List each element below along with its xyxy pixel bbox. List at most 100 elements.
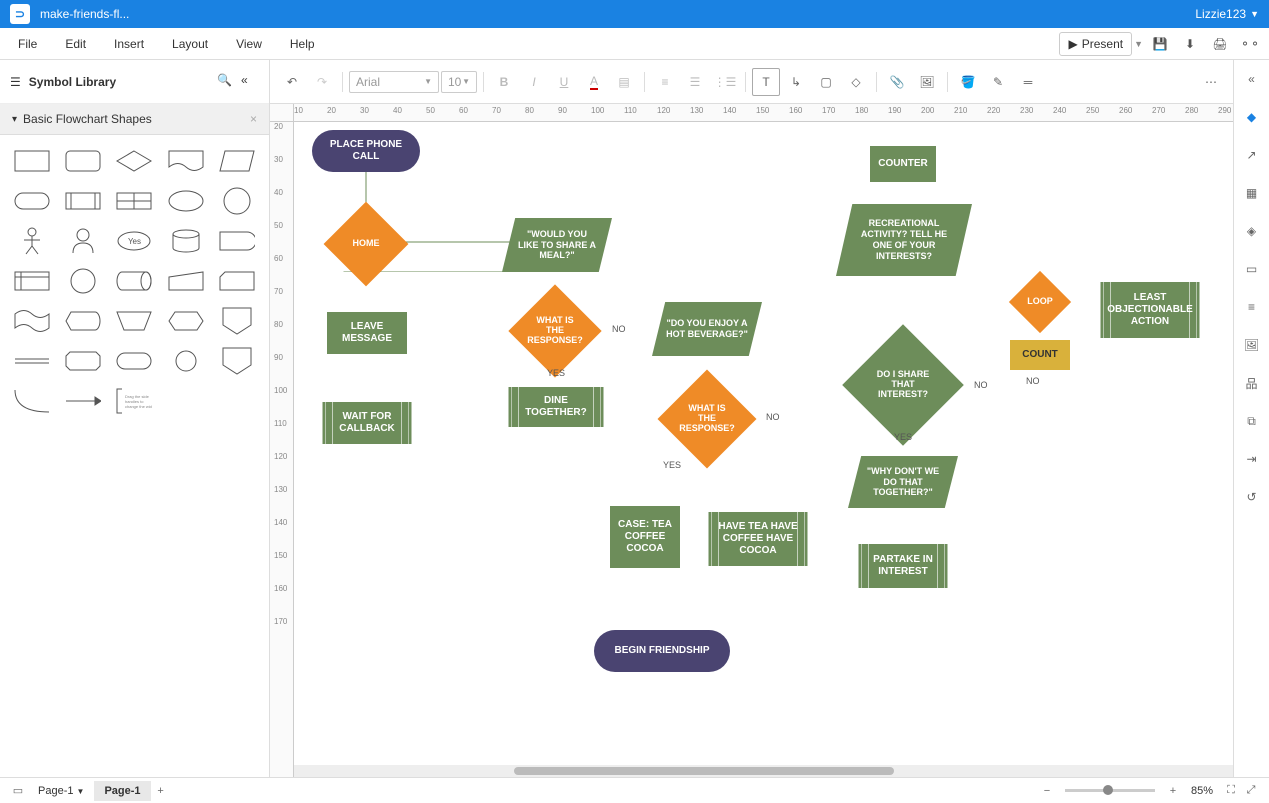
save-icon[interactable]: 💾 [1148,32,1172,56]
print-icon[interactable]: 🖨 [1208,32,1232,56]
node-place-call[interactable]: PLACE PHONE CALL [312,130,420,172]
node-partake[interactable]: PARTAKE IN INTEREST [858,544,948,588]
shape-manual-input[interactable] [164,265,207,297]
menu-file[interactable]: File [4,31,51,57]
data-icon[interactable]: ≡ [1241,296,1263,318]
fullscreen-button[interactable]: ⤢ [1241,781,1261,801]
shape-yes-badge[interactable]: Yes [113,225,156,257]
bold-button[interactable]: B [490,68,518,96]
shape-offpage2[interactable] [216,345,259,377]
shape-preparation[interactable] [164,305,207,337]
shape-delay[interactable] [216,225,259,257]
menu-help[interactable]: Help [276,31,329,57]
shape-actor[interactable] [10,225,53,257]
image-button[interactable]: 🖼 [913,68,941,96]
search-icon[interactable]: 🔍 [217,73,235,91]
text-color-button[interactable]: A [580,68,608,96]
node-leave-message[interactable]: LEAVE MESSAGE [327,312,407,354]
menu-edit[interactable]: Edit [51,31,100,57]
node-rec-activity[interactable]: RECREATIONAL ACTIVITY? TELL HE ONE OF YO… [836,204,972,276]
node-count[interactable]: COUNT [1010,340,1070,370]
apps-icon[interactable]: ▦ [1241,182,1263,204]
shape-connector[interactable] [164,345,207,377]
shape-rect[interactable] [10,145,53,177]
text-tool-button[interactable]: T [752,68,780,96]
align-icon[interactable]: ⇥ [1241,448,1263,470]
more-button[interactable]: ⋯ [1197,68,1225,96]
pages-icon[interactable]: ▭ [8,781,28,801]
menu-view[interactable]: View [222,31,276,57]
collapse-panel-icon[interactable]: « [241,73,259,91]
node-have[interactable]: HAVE TEA HAVE COFFEE HAVE COCOA [708,512,808,566]
undo-button[interactable]: ↶ [278,68,306,96]
layers-icon[interactable]: ◈ [1241,220,1263,242]
shape-database[interactable] [164,225,207,257]
page[interactable]: PLACE PHONE CALL HOME LEAVE MESSAGE WAIT… [294,122,1233,777]
org-icon[interactable]: 品 [1241,372,1263,394]
section-header[interactable]: ▾ Basic Flowchart Shapes × [0,104,269,135]
node-case[interactable]: CASE: TEA COFFEE COCOA [610,506,680,568]
zoom-in-button[interactable]: + [1163,781,1183,801]
zoom-slider[interactable] [1065,789,1155,792]
connector-button[interactable]: ↳ [782,68,810,96]
shape-line[interactable] [10,345,53,377]
present-chevron-icon[interactable]: ▼ [1134,39,1143,49]
copy-icon[interactable]: ⧉ [1241,410,1263,432]
italic-button[interactable]: I [520,68,548,96]
present-button[interactable]: ▶ Present [1059,32,1132,56]
export-icon[interactable]: ↗ [1241,144,1263,166]
add-page-button[interactable]: + [151,781,171,801]
canvas[interactable]: PLACE PHONE CALL HOME LEAVE MESSAGE WAIT… [294,122,1233,777]
close-section-icon[interactable]: × [250,112,257,126]
shape-predefined[interactable] [61,185,104,217]
user-chevron-icon[interactable]: ▼ [1250,9,1259,19]
node-response-1[interactable]: WHAT IS THE RESPONSE? [522,298,588,364]
node-hot-beverage[interactable]: "DO YOU ENJOY A HOT BEVERAGE?" [652,302,762,356]
shape-tape[interactable] [10,305,53,337]
shape-document[interactable] [164,145,207,177]
stroke-button[interactable]: ✎ [984,68,1012,96]
node-loop[interactable]: LOOP [1018,280,1062,324]
shape-rounded[interactable] [113,345,156,377]
line-style-button[interactable]: ═ [1014,68,1042,96]
fill-button[interactable]: 🪣 [954,68,982,96]
shape-alt-process[interactable] [61,345,104,377]
shape-annotation[interactable]: Drag the sidehandles tochange the width [113,385,156,417]
history-icon[interactable]: ↺ [1241,486,1263,508]
download-icon[interactable]: ⬇ [1178,32,1202,56]
node-response-2[interactable]: WHAT IS THE RESPONSE? [672,384,742,454]
page-tab[interactable]: Page-1 [94,781,150,801]
shape-arrow[interactable] [61,385,104,417]
share-icon[interactable]: ⚬⚬ [1238,32,1262,56]
redo-button[interactable]: ↷ [308,68,336,96]
shape-circle[interactable] [216,185,259,217]
shape-direct-data[interactable] [113,265,156,297]
shape-terminator[interactable] [10,185,53,217]
shape-parallelogram[interactable] [216,145,259,177]
node-least-action[interactable]: LEAST OBJECTIONABLE ACTION [1100,282,1200,338]
shape-ellipse[interactable] [164,185,207,217]
container-button[interactable]: ▢ [812,68,840,96]
zoom-out-button[interactable]: − [1037,781,1057,801]
node-share-interest[interactable]: DO I SHARE THAT INTEREST? [860,342,946,428]
node-wait-callback[interactable]: WAIT FOR CALLBACK [322,402,412,444]
slides-icon[interactable]: ▭ [1241,258,1263,280]
page-dropdown[interactable]: Page-1 ▼ [28,781,94,801]
shape-card[interactable] [216,265,259,297]
shape-stored-data[interactable] [113,185,156,217]
shape-arc[interactable] [10,385,53,417]
scrollbar-h[interactable] [294,765,1233,777]
shape-internal-storage[interactable] [10,265,53,297]
picture-icon[interactable]: 🖼 [1241,334,1263,356]
shape-offpage[interactable] [216,305,259,337]
collapse-right-icon[interactable]: « [1241,68,1263,90]
shape-rounded-rect[interactable] [61,145,104,177]
font-select[interactable]: Arial▼ [349,71,439,93]
menu-layout[interactable]: Layout [158,31,222,57]
node-share-meal[interactable]: "WOULD YOU LIKE TO SHARE A MEAL?" [502,218,612,272]
shape-manual-op[interactable] [113,305,156,337]
shape-circle2[interactable] [61,265,104,297]
attach-button[interactable]: 📎 [883,68,911,96]
user-menu[interactable]: Lizzie123 [1195,7,1246,21]
node-home[interactable]: HOME [336,214,396,274]
